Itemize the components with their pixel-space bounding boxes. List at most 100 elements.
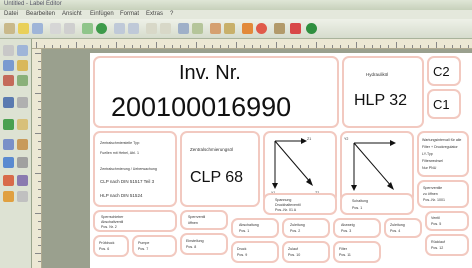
wizard-icon[interactable]: [274, 23, 285, 34]
label-small-r3-1[interactable]: Prüfdruck Pos. 6: [93, 235, 129, 257]
ruler-tick: [38, 165, 41, 166]
ruler-tick: [460, 45, 461, 48]
label-maintenance[interactable]: Wartungsintervall für alle Filter + Druc…: [417, 131, 469, 177]
r2-2-line1: Abschaltung: [239, 223, 259, 227]
ruler-tick: [38, 69, 41, 70]
refresh-icon[interactable]: [82, 23, 93, 34]
label-c2[interactable]: C2: [427, 56, 461, 86]
ruler-tick: [76, 42, 77, 48]
label-small-r3-3[interactable]: Einstellung Pos. 8: [180, 233, 228, 255]
cut-icon[interactable]: [146, 23, 157, 34]
rect-tool-icon[interactable]: [17, 97, 28, 108]
ruler-tick: [364, 45, 365, 48]
new-icon[interactable]: [4, 23, 15, 34]
pressure-line-3: Pos.-Nr. 01 A: [275, 208, 297, 212]
menu-edit[interactable]: Bearbeiten: [26, 11, 55, 17]
label-small-r3-2[interactable]: Pumpe Pos. 7: [132, 235, 177, 257]
shape-tool-icon[interactable]: [3, 75, 14, 86]
save-icon[interactable]: [32, 23, 43, 34]
go-icon[interactable]: [96, 23, 107, 34]
pressure-line-2: Druckhalteventil: [275, 203, 301, 207]
grid-icon[interactable]: [192, 23, 203, 34]
pen-tool-icon[interactable]: [17, 119, 28, 130]
menu-bar: Datei Bearbeiten Ansicht Einfügen Format…: [0, 10, 472, 19]
label-small-r3-5[interactable]: Zulauf Pos. 10: [282, 241, 330, 263]
preview-icon[interactable]: [64, 23, 75, 34]
r3-1-line1: Prüfdruck: [99, 241, 115, 245]
image-icon[interactable]: [242, 23, 253, 34]
open-icon[interactable]: [18, 23, 29, 34]
label-pressure-valve[interactable]: Spannung Druckhalteventil Pos.-Nr. 01 A: [263, 193, 337, 215]
label-small-r2-5[interactable]: Zuleitung Pos. 4: [384, 218, 422, 238]
label-shutoff-valve[interactable]: Sperrventile zu öffnen Pos.-Nr. 1001: [417, 180, 469, 208]
ruler-tick: [420, 45, 421, 48]
menu-format[interactable]: Format: [120, 11, 139, 17]
label-small-r3-6[interactable]: Filter Pos. 11: [333, 241, 381, 263]
color-tool-icon[interactable]: [3, 175, 14, 186]
align-icon[interactable]: [210, 23, 221, 34]
text-icon[interactable]: [224, 23, 235, 34]
undo-icon[interactable]: [114, 23, 125, 34]
menu-insert[interactable]: Einfügen: [90, 11, 114, 17]
ruler-tick: [220, 45, 221, 48]
barcode-tool-icon[interactable]: [17, 75, 28, 86]
label-hydraulic-oil[interactable]: Hydrauliköl HLP 32: [342, 56, 424, 128]
line-tool-icon[interactable]: [17, 60, 28, 71]
label-small-r2-1[interactable]: Sperrventil öffnen: [180, 210, 228, 230]
table-tool-icon[interactable]: [17, 157, 28, 168]
menu-help[interactable]: ?: [170, 11, 173, 17]
r3-5-line1: Zulauf: [288, 247, 298, 251]
frame-icon[interactable]: [17, 45, 28, 56]
select-icon[interactable]: [3, 45, 14, 56]
menu-file[interactable]: Datei: [4, 11, 18, 17]
chart-tool-icon[interactable]: [3, 157, 14, 168]
label-small-r2-6[interactable]: Ventil Pos. 5: [425, 211, 469, 231]
r3-5-line2: Pos. 10: [288, 253, 301, 257]
switch-line-2: Pos. 1: [352, 206, 363, 210]
label-small-r2-4[interactable]: Abzweig Pos. 3: [333, 218, 381, 238]
print-icon[interactable]: [50, 23, 61, 34]
shutoff-line-2: zu öffnen: [423, 192, 438, 196]
label-sheet[interactable]: Inv. Nr. 200100016990 Hydrauliköl HLP 32…: [90, 53, 472, 268]
r2-5-line1: Zuleitung: [390, 223, 405, 227]
ruler-tick: [35, 53, 41, 54]
copy-icon[interactable]: [160, 23, 171, 34]
ruler-tick: [100, 45, 101, 48]
stop-icon[interactable]: [256, 23, 267, 34]
r3-4-line1: Druck: [237, 247, 247, 251]
label-switch[interactable]: Schaltung Pos. 1: [340, 193, 414, 215]
menu-extras[interactable]: Extras: [146, 11, 163, 17]
redo-icon[interactable]: [128, 23, 139, 34]
zoom-tool-icon[interactable]: [17, 191, 28, 202]
r2-1-line1: Sperrventil: [188, 215, 206, 219]
ruler-tick: [35, 93, 41, 94]
menu-view[interactable]: Ansicht: [62, 11, 82, 17]
label-lubrication-info[interactable]: Zentralschmierstelle Typ: Fuellen mit He…: [93, 131, 177, 207]
text-tool-icon[interactable]: [3, 60, 14, 71]
label-small-r2-3[interactable]: Zuleitung Pos. 2: [282, 218, 330, 238]
symbol-tool-icon[interactable]: [3, 191, 14, 202]
image-tool-icon[interactable]: [17, 139, 28, 150]
label-small-r3-7[interactable]: Rücklauf Pos. 12: [425, 234, 469, 256]
ruler-tick: [52, 45, 53, 48]
label-central-lube[interactable]: Zentralschmierungsöl CLP 68: [180, 131, 260, 207]
fill-tool-icon[interactable]: [3, 119, 14, 130]
zoom-icon[interactable]: [178, 23, 189, 34]
arrow-tool-icon[interactable]: [3, 97, 14, 108]
label-small-r2-2[interactable]: Abschaltung Pos. 1: [231, 218, 279, 238]
label-c1[interactable]: C1: [427, 89, 461, 119]
ruler-tick: [124, 45, 125, 48]
run-icon[interactable]: [306, 23, 317, 34]
group-tool-icon[interactable]: [17, 175, 28, 186]
layer-tool-icon[interactable]: [3, 139, 14, 150]
label-small-r3-4[interactable]: Druck Pos. 9: [231, 241, 279, 263]
heart-icon[interactable]: [290, 23, 301, 34]
ruler-tick: [35, 253, 41, 254]
central-lube-caption: Zentralschmierungsöl: [190, 147, 234, 152]
toolbar: [0, 19, 472, 39]
ruler-tick: [412, 45, 413, 48]
ruler-tick: [164, 45, 165, 48]
label-shutoff-slide[interactable]: Sperrschieber Abschaltventil Pos. Nr. 2: [93, 210, 177, 232]
label-inventory[interactable]: Inv. Nr. 200100016990: [93, 56, 339, 128]
r2-6-line2: Pos. 5: [431, 222, 442, 226]
